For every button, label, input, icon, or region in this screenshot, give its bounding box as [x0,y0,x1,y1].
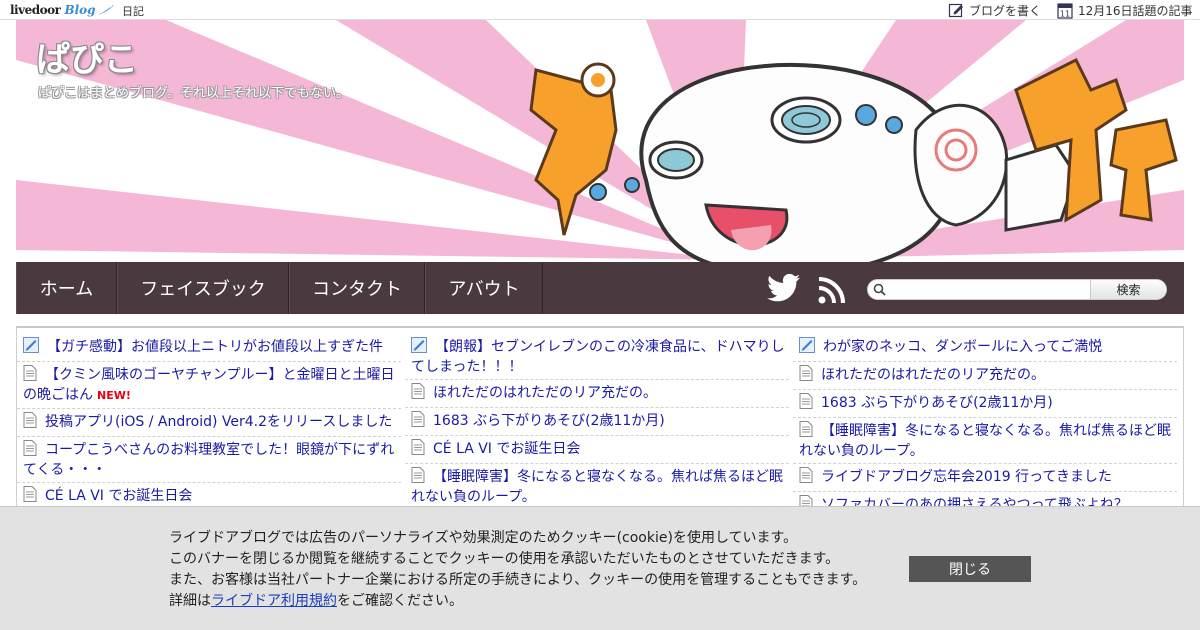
nav-contact[interactable]: コンタクト [289,262,425,314]
article-title: 【ガチ感動】お値段以上ニトリがお値段以上すぎた件 [47,339,383,355]
article-item[interactable]: 投稿アプリ(iOS / Android) Ver4.2をリリースしました [17,409,401,437]
calendar-icon: 11 [1057,2,1073,19]
cookie-text: ライブドアブログでは広告のパーソナライズや効果測定のためクッキー(cookie)… [169,528,866,612]
article-column-1: 【ガチ感動】お値段以上ニトリがお値段以上すぎた件【クミン風味のゴーヤチャンプルー… [17,334,401,511]
article-item[interactable]: 【朗報】セブンイレブンのこの冷凍食品に、ドハマりしてしまった！！！ [405,334,789,380]
new-badge: NEW! [97,389,131,402]
document-icon [23,365,37,386]
photo-post-icon [799,337,815,358]
logo-brand: livedoor [10,3,61,17]
article-title: 【睡眠障害】冬になると寝なくなる。焦れば焦るほど眠れない負のループ。 [411,469,783,505]
photo-post-icon [411,337,427,358]
article-column-2: 【朗報】セブンイレブンのこの冷凍食品に、ドハマりしてしまった！！！ ほれただのはれ… [405,334,789,515]
search-icon [868,283,890,296]
document-icon [23,440,37,461]
cookie-detail-prefix: 詳細は [169,593,211,609]
logo-blog: Blog [64,3,96,17]
article-item[interactable]: 【睡眠障害】冬になると寝なくなる。焦れば焦るほど眠れない負のループ。 [793,418,1177,464]
article-title: ほれただのはれただのリア充だの。 [433,385,657,401]
document-icon [411,467,425,488]
article-item[interactable]: わが家のネッコ、ダンボールに入ってご満悦 [793,334,1177,362]
cookie-detail-suffix: をご確認ください。 [337,593,463,609]
twitter-icon[interactable] [767,274,801,302]
nav-about[interactable]: アバウト [425,262,543,314]
article-item[interactable]: 1683 ぶら下がりあそび(2歳11か月) [793,390,1177,418]
cookie-banner: ライブドアブログでは広告のパーソナライズや効果測定のためクッキー(cookie)… [0,506,1200,630]
terms-link[interactable]: ライブドア利用規約 [211,593,337,609]
document-icon [411,411,425,432]
blog-header: ぱぴこ ぱぴこはまとめブログ。それ以上それ以下でもない。 [16,20,1184,263]
blog-description: ぱぴこはまとめブログ。それ以上それ以下でもない。 [38,86,349,101]
topic-articles-label: 12月16日話題の記事 [1078,3,1193,18]
article-title: コープこうべさんのお料理教室でした！眼鏡が下にずれてくる・・・ [23,442,395,478]
topic-articles-link[interactable]: 11 12月16日話題の記事 [1057,1,1193,19]
rss-icon[interactable] [818,276,846,304]
article-title: 投稿アプリ(iOS / Android) Ver4.2をリリースしました [45,414,393,430]
article-item[interactable]: 【睡眠障害】冬になると寝なくなる。焦れば焦るほど眠れない負のループ。 [405,464,789,510]
article-title: 【クミン風味のゴーヤチャンプルー】と金曜日と土曜日の晩ごはん [23,367,395,403]
article-item[interactable]: CÉ LA VI でお誕生日会 [405,436,789,464]
article-title: 【睡眠障害】冬になると寝なくなる。焦れば焦るほど眠れない負のループ。 [799,423,1171,459]
article-item[interactable]: ライブドアブログ忘年会2019 行ってきました [793,464,1177,492]
cookie-line-1: ライブドアブログでは広告のパーソナライズや効果測定のためクッキー(cookie)… [169,530,798,546]
search-button[interactable]: 検索 [1090,280,1166,299]
write-blog-link[interactable]: ブログを書く [948,1,1041,19]
article-title: わが家のネッコ、ダンボールに入ってご満悦 [823,339,1103,355]
recent-articles: 【ガチ感動】お値段以上ニトリがお値段以上すぎた件【クミン風味のゴーヤチャンプルー… [16,326,1184,516]
document-icon [23,486,37,507]
cookie-close-button[interactable]: 閉じる [909,556,1031,582]
article-title: ライブドアブログ忘年会2019 行ってきました [821,469,1112,485]
cookie-line-4: 詳細はライブドア利用規約をご確認ください。 [169,591,866,612]
article-item[interactable]: ほれただのはれただのリア充だの。 [793,362,1177,390]
document-icon [799,467,813,488]
photo-post-icon [23,337,39,358]
document-icon [411,439,425,460]
article-item[interactable]: コープこうべさんのお料理教室でした！眼鏡が下にずれてくる・・・ [17,437,401,483]
article-title: CÉ LA VI でお誕生日会 [45,488,193,504]
nav-facebook[interactable]: フェイスブック [117,262,289,314]
global-nav: ホーム フェイスブック コンタクト アバウト 検索 [16,262,1184,314]
livedoor-blog-logo[interactable]: livedoor Blog [10,2,115,18]
document-icon [799,421,813,442]
cookie-line-2: このバナーを閉じるか閲覧を継続することでクッキーの使用を承認いただいたものとさせ… [169,551,840,567]
write-blog-label: ブログを書く [969,3,1042,18]
article-title: 1683 ぶら下がりあそび(2歳11か月) [433,413,665,429]
top-bar: livedoor Blog 日記 ブログを書く 11 12月16日話題の記事 [0,0,1200,20]
blog-title[interactable]: ぱぴこ [36,32,138,81]
article-item[interactable]: ほれただのはれただのリア充だの。 [405,380,789,408]
article-item[interactable]: 1683 ぶら下がりあそび(2歳11か月) [405,408,789,436]
article-item[interactable]: 【ガチ感動】お値段以上ニトリがお値段以上すぎた件 [17,334,401,362]
cookie-line-3: また、お客様は当社パートナー企業における所定の手続きにより、クッキーの使用を管理… [169,572,867,588]
article-title: 1683 ぶら下がりあそび(2歳11か月) [821,395,1053,411]
header-illustration [16,20,1184,263]
pencil-note-icon [948,3,963,18]
article-title: 【朗報】セブンイレブンのこの冷凍食品に、ドハマりしてしまった！！！ [411,339,785,375]
diary-link[interactable]: 日記 [122,3,144,19]
article-title: CÉ LA VI でお誕生日会 [433,441,581,457]
nav-home[interactable]: ホーム [16,262,117,314]
search-input[interactable] [890,280,1090,299]
document-icon [799,365,813,386]
document-icon [23,412,37,433]
article-column-3: わが家のネッコ、ダンボールに入ってご満悦 ほれただのはれただのリア充だの。 1683… [793,334,1177,515]
search-box: 検索 [867,279,1167,300]
document-icon [411,383,425,404]
article-item[interactable]: 【クミン風味のゴーヤチャンプルー】と金曜日と土曜日の晩ごはん NEW! [17,362,401,409]
document-icon [799,393,813,414]
calendar-day: 11 [1060,9,1070,18]
feather-icon [97,5,114,15]
article-title: ほれただのはれただのリア充だの。 [821,367,1045,383]
